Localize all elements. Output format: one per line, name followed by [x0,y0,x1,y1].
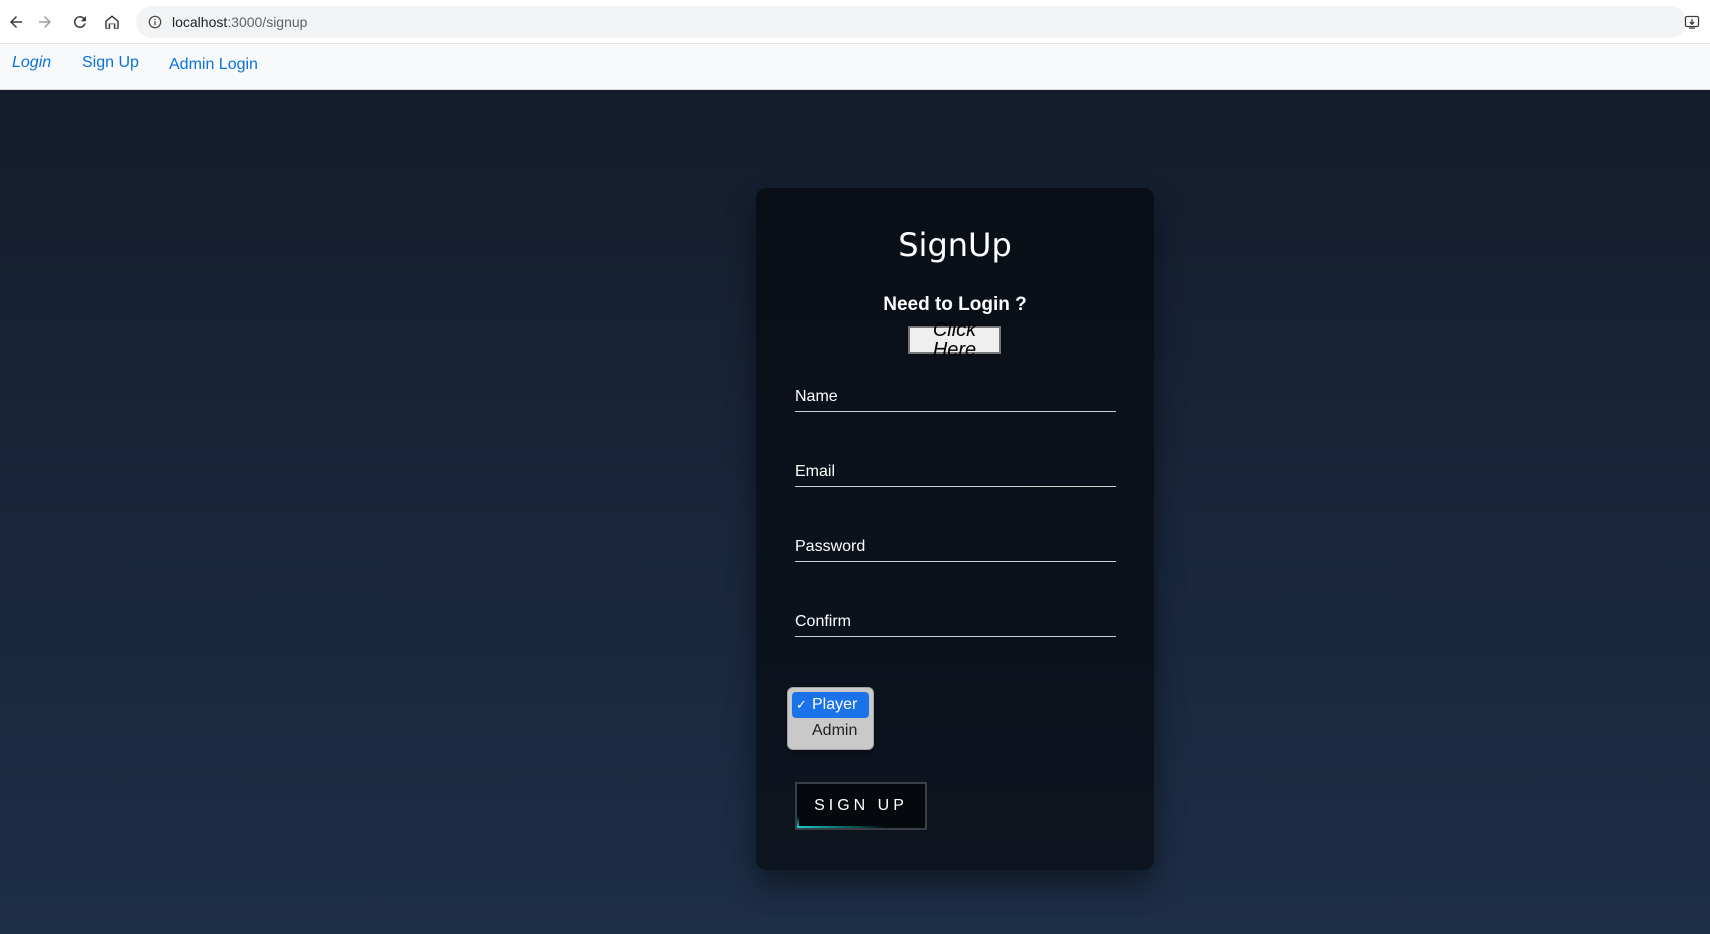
app-navbar: Login Sign Up Admin Login [0,44,1710,90]
role-option-label: Player [812,696,858,713]
page-background: SignUp Need to Login ? Click Here ✓ Play… [0,90,1710,934]
nav-link-login[interactable]: Login [12,54,51,72]
install-app-icon[interactable] [1682,12,1702,32]
role-option-player[interactable]: ✓ Player [792,692,869,718]
nav-link-admin-login[interactable]: Admin Login [169,56,258,74]
name-input[interactable] [795,378,1116,411]
email-field [795,453,1116,487]
url-path: :3000/signup [227,14,308,30]
address-bar[interactable]: localhost:3000/signup [136,6,1686,38]
password-field [795,528,1116,562]
sign-up-button[interactable]: SIGN UP [795,782,927,830]
site-info-icon[interactable] [148,15,162,29]
forward-icon[interactable] [34,11,56,33]
signup-title: SignUp [898,226,1012,264]
signup-card: SignUp Need to Login ? Click Here ✓ Play… [756,188,1154,870]
home-icon[interactable] [101,11,123,33]
nav-link-sign-up[interactable]: Sign Up [82,54,139,72]
url-text[interactable]: localhost:3000/signup [172,14,307,30]
confirm-input[interactable] [795,603,1116,636]
email-input[interactable] [795,453,1116,486]
checkmark-icon: ✓ [796,697,807,712]
role-option-admin[interactable]: Admin [792,718,869,744]
password-input[interactable] [795,528,1116,561]
button-glow-accent-left [797,816,799,828]
confirm-field [795,603,1116,637]
need-login-text: Need to Login ? [883,294,1027,315]
browser-toolbar: localhost:3000/signup [0,0,1710,44]
name-field [795,378,1116,412]
sign-up-button-label: SIGN UP [814,797,908,814]
button-glow-accent [797,826,887,828]
reload-icon[interactable] [69,11,91,33]
role-option-label: Admin [812,722,858,739]
back-icon[interactable] [5,11,27,33]
click-here-button[interactable]: Click Here [908,320,1001,360]
url-host: localhost [172,14,228,30]
role-select-dropdown[interactable]: ✓ Player Admin [787,687,874,750]
